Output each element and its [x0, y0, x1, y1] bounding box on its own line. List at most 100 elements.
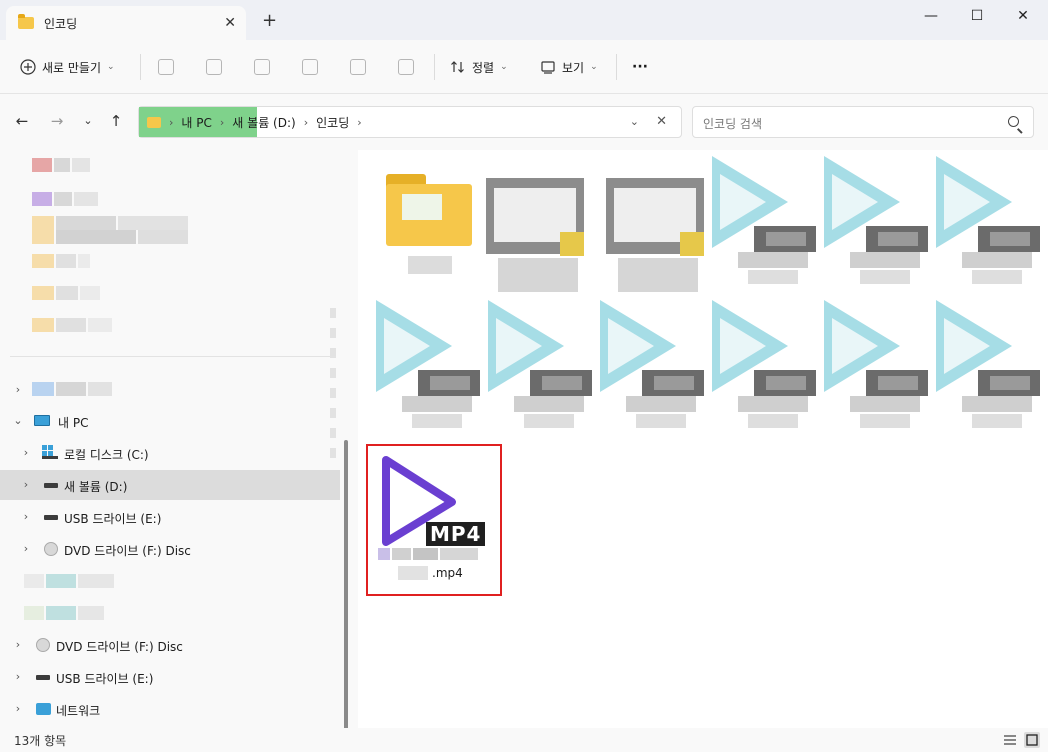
- file-tile-video[interactable]: [932, 296, 1042, 436]
- redacted-filename: [378, 548, 479, 562]
- more-options-button[interactable]: ···: [632, 54, 648, 80]
- sidebar-item-usb-e[interactable]: › USB 드라이브 (E:): [0, 502, 340, 532]
- close-window-button[interactable]: ✕: [1000, 0, 1046, 32]
- new-tab-button[interactable]: +: [262, 12, 277, 30]
- redacted-item[interactable]: [32, 254, 90, 268]
- redacted-item[interactable]: [24, 574, 114, 588]
- clipboard-icon: [254, 59, 270, 75]
- breadcrumb-this-pc[interactable]: 내 PC: [181, 114, 211, 131]
- file-tile-mp4-selected[interactable]: MP4 .mp4: [370, 452, 498, 592]
- file-tile-video[interactable]: [372, 296, 482, 436]
- redacted-item[interactable]: [32, 318, 112, 332]
- sort-button[interactable]: 정렬 ⌄: [450, 54, 508, 80]
- item-count: 13개 항목: [14, 734, 67, 748]
- paste-button[interactable]: [254, 54, 270, 80]
- chevron-right-icon[interactable]: ›: [20, 542, 32, 555]
- chevron-down-icon[interactable]: ⌄: [12, 414, 24, 427]
- file-list: MP4 .mp4: [358, 150, 1048, 728]
- search-icon: [1008, 116, 1019, 127]
- breadcrumb-volume-d[interactable]: 새 볼륨 (D:): [232, 114, 295, 131]
- status-bar: 13개 항목: [0, 728, 1048, 752]
- minimize-button[interactable]: —: [908, 0, 954, 32]
- folder-icon: [18, 14, 34, 29]
- details-view-icon[interactable]: [1002, 732, 1018, 748]
- search-input[interactable]: 인코딩 검색: [692, 106, 1034, 138]
- toolbar-divider: [616, 54, 617, 80]
- copy-button[interactable]: [206, 54, 222, 80]
- file-tile-image[interactable]: [484, 154, 594, 294]
- sidebar-item-label: DVD 드라이브 (F:) Disc: [64, 544, 191, 558]
- cut-button[interactable]: [158, 54, 174, 80]
- chevron-right-icon[interactable]: ›: [12, 670, 24, 683]
- sidebar-item-label: 네트워크: [56, 704, 101, 718]
- forward-arrow-icon[interactable]: →: [47, 112, 67, 130]
- file-tile-image[interactable]: [604, 154, 714, 294]
- redacted-item[interactable]: [32, 192, 98, 206]
- sidebar-item-network[interactable]: › 네트워크: [0, 694, 340, 724]
- chevron-right-icon[interactable]: ›: [12, 383, 24, 396]
- address-bar[interactable]: › 내 PC › 새 볼륨 (D:) › 인코딩 › ⌄ ✕: [138, 106, 682, 138]
- breadcrumb-separator: ›: [219, 115, 225, 129]
- windows-drive-icon: [42, 445, 58, 459]
- sidebar-item-volume-d[interactable]: › 새 볼륨 (D:): [0, 470, 340, 500]
- share-icon: [350, 59, 366, 75]
- redacted-item[interactable]: [32, 158, 90, 172]
- tab-title: 인코딩: [44, 16, 78, 31]
- redacted-filename: [962, 396, 1032, 412]
- delete-button[interactable]: [398, 54, 414, 80]
- file-tile-video[interactable]: [820, 152, 930, 292]
- plus-circle-icon: [20, 59, 36, 75]
- file-tile-video[interactable]: [596, 296, 706, 436]
- computer-icon: [34, 415, 50, 426]
- file-tile-video[interactable]: [708, 152, 818, 292]
- sidebar-item-local-disk-c[interactable]: › 로컬 디스크 (C:): [0, 438, 340, 468]
- maximize-button[interactable]: ☐: [954, 0, 1000, 32]
- chevron-right-icon[interactable]: ›: [20, 446, 32, 459]
- redacted-item[interactable]: [24, 606, 104, 620]
- chevron-right-icon[interactable]: ›: [12, 638, 24, 651]
- view-button-label: 보기: [562, 60, 585, 75]
- chevron-down-icon: ⌄: [590, 62, 598, 72]
- sidebar-item-usb-e-root[interactable]: › USB 드라이브 (E:): [0, 662, 340, 692]
- recent-locations-icon[interactable]: ⌄: [78, 114, 98, 127]
- redacted-item[interactable]: [32, 382, 112, 396]
- breadcrumb-separator: ›: [169, 115, 174, 129]
- view-button[interactable]: 보기 ⌄: [540, 54, 598, 80]
- redacted-item[interactable]: [32, 286, 100, 300]
- new-button[interactable]: 새로 만들기 ⌄: [20, 54, 115, 80]
- file-tile-video[interactable]: [484, 296, 594, 436]
- tiles-view-icon[interactable]: [1024, 732, 1040, 748]
- redacted-item[interactable]: [32, 216, 188, 230]
- sort-button-label: 정렬: [472, 60, 495, 75]
- redacted-filename: [962, 252, 1032, 268]
- disc-icon: [36, 638, 50, 652]
- breadcrumb-encoding[interactable]: 인코딩: [316, 114, 349, 131]
- sort-arrows-icon: [451, 61, 464, 73]
- rename-button[interactable]: [302, 54, 318, 80]
- sidebar-item-label: USB 드라이브 (E:): [56, 672, 154, 686]
- sidebar-item-dvd-f-root[interactable]: › DVD 드라이브 (F:) Disc: [0, 630, 340, 660]
- sidebar-item-label: USB 드라이브 (E:): [64, 512, 162, 526]
- file-tile-video[interactable]: [932, 152, 1042, 292]
- close-tab-button[interactable]: ✕: [224, 15, 236, 31]
- redacted-item[interactable]: [32, 230, 188, 244]
- back-arrow-icon[interactable]: ←: [12, 112, 32, 130]
- toolbar-divider: [434, 54, 435, 80]
- tab-active[interactable]: 인코딩 ✕: [6, 6, 246, 40]
- file-tile-video[interactable]: [820, 296, 930, 436]
- up-arrow-icon[interactable]: ↑: [106, 112, 126, 130]
- chevron-right-icon[interactable]: ›: [12, 702, 24, 715]
- sidebar-item-this-pc[interactable]: ⌄ 내 PC: [0, 406, 340, 436]
- sidebar-item-label: 내 PC: [58, 416, 89, 430]
- sidebar-scrollbar[interactable]: [344, 440, 348, 730]
- sidebar-item-dvd-f[interactable]: › DVD 드라이브 (F:) Disc: [0, 534, 340, 564]
- clear-address-icon[interactable]: ✕: [656, 114, 667, 129]
- chevron-right-icon[interactable]: ›: [20, 478, 32, 491]
- copy-icon: [206, 59, 222, 75]
- address-dropdown-icon[interactable]: ⌄: [630, 115, 639, 128]
- redacted-filename: [738, 252, 808, 268]
- chevron-right-icon[interactable]: ›: [20, 510, 32, 523]
- file-tile-folder[interactable]: [358, 154, 472, 294]
- share-button[interactable]: [350, 54, 366, 80]
- file-tile-video[interactable]: [708, 296, 818, 436]
